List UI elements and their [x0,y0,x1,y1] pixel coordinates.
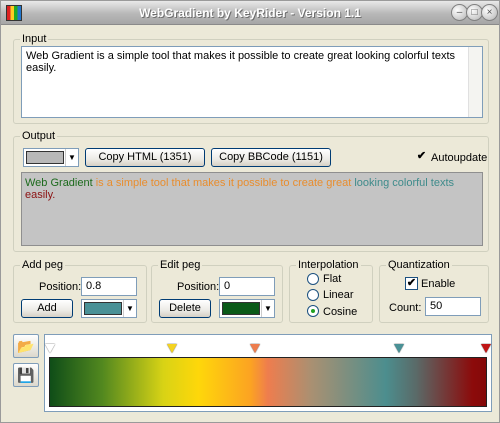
interpolation-flat-radio[interactable] [307,273,319,285]
preview-text-segment: looking colorful texts [351,177,455,189]
add-peg-position-label: Position: [39,281,82,293]
input-scrollbar[interactable] [468,47,482,117]
edit-peg-position-label: Position: [177,281,220,293]
interpolation-flat-label: Flat [323,273,342,285]
copy-bbcode-button[interactable]: Copy BBCode (1151) [211,148,331,167]
gradient-peg[interactable] [249,344,260,353]
title-bar[interactable]: WebGradient by KeyRider - Version 1.1 – … [1,1,499,25]
add-peg-label: Add peg [20,259,65,271]
input-textarea[interactable]: Web Gradient is a simple tool that makes… [21,46,483,118]
chevron-down-icon: ▼ [65,149,78,166]
interpolation-cosine-radio[interactable] [307,305,319,317]
gradient-peg[interactable] [45,344,55,353]
output-group-label: Output [20,130,58,142]
preview-text-segment: Web Gradient [25,177,93,189]
input-text: Web Gradient is a simple tool that makes… [26,50,456,74]
gradient-peg[interactable] [166,344,177,353]
gradient-peg[interactable] [394,344,405,353]
preview-text-segment: easily. [25,189,56,201]
quantization-count-label: Count: [389,302,422,314]
chevron-down-icon: ▼ [261,300,274,317]
edit-peg-position-input[interactable]: 0 [219,277,275,296]
add-peg-button[interactable]: Add [21,299,73,318]
autoupdate-checkbox[interactable]: ✔ [415,151,428,164]
quantization-enable-label: Enable [421,278,456,290]
edit-peg-color-picker[interactable]: ▼ [219,299,275,318]
open-gradient-button[interactable]: 📂 [13,334,39,358]
background-color-picker[interactable]: ▼ [23,148,79,167]
autoupdate-label: Autoupdate [431,152,488,164]
quantization-count-input[interactable]: 50 [425,297,481,316]
chevron-down-icon: ▼ [123,300,136,317]
output-preview: Web Gradient is a simple tool that makes… [21,172,483,246]
delete-peg-button[interactable]: Delete [159,299,211,318]
background-color-swatch [26,151,64,164]
interpolation-linear-radio[interactable] [307,289,319,301]
add-peg-color-picker[interactable]: ▼ [81,299,137,318]
gradient-bar[interactable] [49,357,487,407]
edit-peg-label: Edit peg [158,259,203,271]
quantization-enable-checkbox[interactable]: ✔ [405,277,418,290]
gradient-peg[interactable] [481,344,491,353]
folder-open-icon: 📂 [17,338,35,354]
gradient-editor[interactable] [44,334,492,412]
quantization-label: Quantization [386,259,452,271]
window-title: WebGradient by KeyRider - Version 1.1 [139,6,361,20]
interpolation-cosine-label: Cosine [323,306,358,318]
preview-text-segment: is a simple tool that makes it possible … [92,177,352,189]
edit-peg-color-swatch [222,302,260,315]
floppy-disk-icon: 💾 [17,367,35,383]
add-peg-position-input[interactable]: 0.8 [81,277,137,296]
interpolation-linear-label: Linear [323,289,354,301]
copy-html-button[interactable]: Copy HTML (1351) [85,148,205,167]
close-button[interactable]: × [481,4,498,21]
app-window: WebGradient by KeyRider - Version 1.1 – … [0,0,500,423]
add-peg-color-swatch [84,302,122,315]
input-group-label: Input [20,33,49,45]
interpolation-label: Interpolation [296,259,361,271]
save-gradient-button[interactable]: 💾 [13,363,39,387]
